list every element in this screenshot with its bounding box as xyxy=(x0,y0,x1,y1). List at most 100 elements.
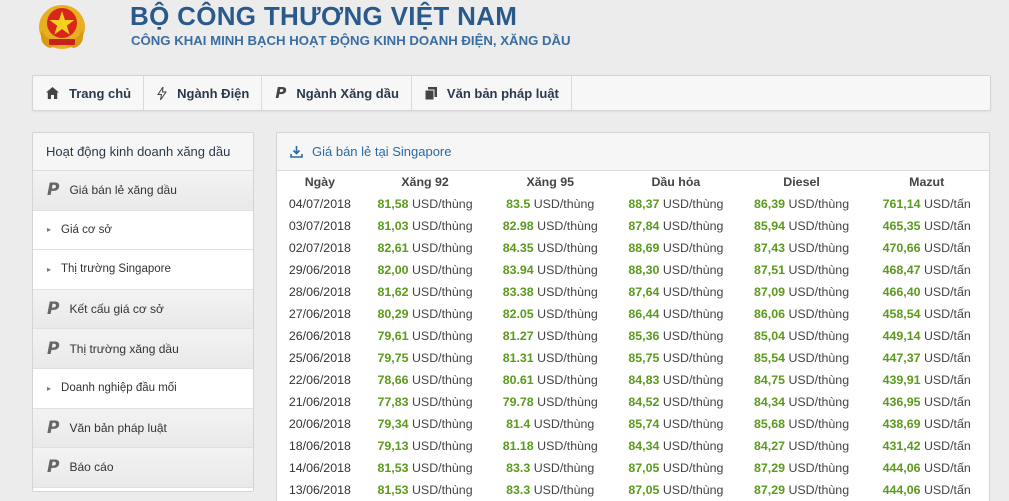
sidebar-item[interactable]: P Báo cáo xyxy=(33,448,253,488)
date-cell: 02/07/2018 xyxy=(288,241,351,255)
price-cell: 85,04 USD/thùng xyxy=(739,325,865,347)
price-cell: 88,37 USD/thùng xyxy=(613,193,739,215)
price-cell: 761,14 USD/tấn xyxy=(864,193,989,215)
price-cell: 87,29 USD/thùng xyxy=(739,457,865,479)
price-cell: 87,29 USD/thùng xyxy=(739,479,865,501)
price-value: 78,66 xyxy=(377,373,409,387)
nav-item-label: Văn bản pháp luật xyxy=(446,85,559,101)
sidebar-item[interactable]: ▸ Giá cơ sở xyxy=(33,210,253,251)
price-cell: 431,42 USD/tấn xyxy=(864,435,989,457)
price-cell: 444,06 USD/tấn xyxy=(864,479,989,501)
price-unit: USD/thùng xyxy=(662,395,724,409)
sidebar-item-label: Văn bản pháp luật xyxy=(69,420,167,435)
price-cell: 80.61 USD/thùng xyxy=(487,369,613,391)
table-row: 02/07/2018 82,61 USD/thùng 84.35 USD/thùng… xyxy=(277,237,989,259)
sidebar-item[interactable]: P Văn bản pháp luật xyxy=(33,408,253,449)
sidebar-item[interactable]: P Thị trường xăng dầu xyxy=(33,329,253,369)
price-value: 82.98 xyxy=(502,219,534,233)
price-cell: 85,74 USD/thùng xyxy=(613,413,739,435)
site-title[interactable]: BỘ CÔNG THƯƠNG VIỆT NAM xyxy=(130,1,517,32)
price-value: 79,13 xyxy=(377,439,409,453)
price-cell: 88,69 USD/thùng xyxy=(613,237,739,259)
price-cell: 87,51 USD/thùng xyxy=(739,259,865,281)
price-value: 81.18 xyxy=(502,439,534,453)
price-unit: USD/thùng xyxy=(537,241,598,255)
price-value: 81.4 xyxy=(506,417,531,431)
nav-item-petroleum[interactable]: P Ngành Xăng dầu xyxy=(262,76,412,110)
national-emblem-icon[interactable] xyxy=(34,0,90,52)
price-cell: 79,61 USD/thùng xyxy=(363,325,488,347)
price-unit: USD/tấn xyxy=(923,417,971,431)
date-cell: 20/06/2018 xyxy=(288,417,351,431)
nav-item-electricity[interactable]: Ngành Điện xyxy=(144,76,263,110)
sidebar-item[interactable]: P Kết cấu giá cơ sở xyxy=(33,289,253,330)
sidebar-item[interactable]: ▸ Doanh nghiệp đầu mối xyxy=(33,368,253,409)
sidebar-item-label: Kết cấu giá cơ sở xyxy=(69,302,164,317)
nav-item-legal-documents[interactable]: Văn bản pháp luật xyxy=(412,76,572,110)
download-icon[interactable] xyxy=(290,145,303,158)
nav-item-label: Ngành Điện xyxy=(177,85,250,101)
price-unit: USD/thùng xyxy=(662,241,724,255)
sidebar-item[interactable]: P Giá bán lẻ xăng dầu xyxy=(33,171,253,211)
price-value: 87,29 xyxy=(754,483,786,497)
price-cell: 84,34 USD/thùng xyxy=(739,391,865,413)
p-icon: P xyxy=(275,84,287,102)
price-unit: USD/thùng xyxy=(537,351,598,365)
p-icon: P xyxy=(47,457,60,478)
price-value: 81,03 xyxy=(377,219,409,233)
price-cell: 439,91 USD/tấn xyxy=(864,369,989,391)
price-value: 761,14 xyxy=(882,197,921,211)
price-cell: 81.31 USD/thùng xyxy=(487,347,613,369)
price-cell: 77,83 USD/thùng xyxy=(363,391,488,413)
table-row: 27/06/2018 80,29 USD/thùng 82.05 USD/thùng… xyxy=(277,303,989,325)
price-value: 449,14 xyxy=(882,329,921,343)
price-unit: USD/thùng xyxy=(662,307,724,321)
price-value: 439,91 xyxy=(882,373,921,387)
price-unit: USD/thùng xyxy=(788,197,850,211)
caret-right-icon: ▸ xyxy=(47,383,52,393)
price-unit: USD/thùng xyxy=(411,351,473,365)
date-cell: 04/07/2018 xyxy=(288,197,351,211)
price-unit: USD/thùng xyxy=(788,395,850,409)
price-unit: USD/thùng xyxy=(788,307,850,321)
price-unit: USD/thùng xyxy=(411,219,473,233)
p-icon: P xyxy=(47,180,60,201)
price-unit: USD/thùng xyxy=(662,483,724,497)
price-cell: 83.3 USD/thùng xyxy=(487,457,613,479)
price-value: 80.61 xyxy=(502,373,534,387)
price-value: 84.35 xyxy=(502,241,534,255)
price-unit: USD/thùng xyxy=(537,329,598,343)
price-unit: USD/thùng xyxy=(662,417,724,431)
price-unit: USD/thùng xyxy=(788,263,850,277)
price-value: 79,34 xyxy=(377,417,409,431)
nav-item-home[interactable]: Trang chủ xyxy=(33,76,145,110)
price-unit: USD/thùng xyxy=(788,219,850,233)
table-header-row: Ngày Xăng 92 Xăng 95 Dầu hỏa Diesel Mazut xyxy=(277,171,989,193)
price-cell: 86,06 USD/thùng xyxy=(739,303,865,325)
sidebar-menu: P Giá bán lẻ xăng dầu ▸ Giá cơ sở ▸ Thị trườn… xyxy=(33,171,253,488)
price-unit: USD/thùng xyxy=(411,483,473,497)
price-unit: USD/thùng xyxy=(533,197,595,211)
price-value: 85,54 xyxy=(754,351,786,365)
price-value: 88,37 xyxy=(628,197,660,211)
price-value: 81.27 xyxy=(502,329,534,343)
price-value: 82,00 xyxy=(377,263,409,277)
price-value: 438,69 xyxy=(882,417,921,431)
price-unit: USD/thùng xyxy=(411,263,473,277)
price-table: Ngày Xăng 92 Xăng 95 Dầu hỏa Diesel Mazut 04/… xyxy=(277,171,989,501)
price-cell: 81,53 USD/thùng xyxy=(363,457,488,479)
price-unit: USD/thùng xyxy=(788,351,850,365)
price-unit: USD/thùng xyxy=(411,307,473,321)
price-cell: 436,95 USD/tấn xyxy=(864,391,989,413)
price-unit: USD/thùng xyxy=(411,461,473,475)
price-unit: USD/tấn xyxy=(923,197,971,211)
table-row: 26/06/2018 79,61 USD/thùng 81.27 USD/thùng… xyxy=(277,325,989,347)
price-unit: USD/thùng xyxy=(533,483,595,497)
p-icon: P xyxy=(47,417,60,438)
price-value: 87,29 xyxy=(754,461,786,475)
price-unit: USD/thùng xyxy=(537,307,598,321)
sidebar-item[interactable]: ▸ Thị trường Singapore xyxy=(33,250,253,290)
home-icon xyxy=(46,87,59,99)
bolt-icon xyxy=(157,86,168,100)
price-value: 87,51 xyxy=(754,263,786,277)
